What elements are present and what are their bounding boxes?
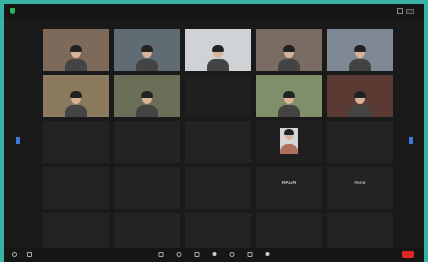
participant-thumbnail [280, 128, 298, 154]
participant-tile[interactable] [43, 75, 109, 117]
top-bar [4, 4, 424, 20]
security-icon[interactable] [158, 252, 164, 257]
participant-video [43, 29, 109, 71]
participant-tile[interactable] [327, 29, 393, 71]
participant-tile[interactable]: MAGM [256, 167, 322, 209]
participant-figure [65, 45, 87, 71]
prev-page-icon[interactable] [16, 137, 20, 144]
participant-video [114, 75, 180, 117]
record-icon[interactable] [229, 252, 235, 257]
participant-tile[interactable] [114, 29, 180, 71]
participant-tile[interactable] [114, 75, 180, 117]
participant-tile[interactable] [114, 121, 180, 163]
top-right-controls [394, 8, 414, 14]
view-grid-icon[interactable] [397, 8, 403, 14]
participant-figure [136, 45, 158, 71]
participant-tile[interactable] [43, 167, 109, 209]
participants-icon[interactable] [176, 252, 182, 257]
participant-video [256, 29, 322, 71]
participant-tile[interactable] [256, 75, 322, 117]
participant-video [256, 75, 322, 117]
next-page-icon[interactable] [409, 137, 413, 144]
camera-icon[interactable] [27, 252, 32, 257]
participant-name: MAGM [281, 181, 297, 186]
participant-tile[interactable] [114, 167, 180, 209]
top-left-status [10, 8, 19, 14]
chat-icon[interactable] [194, 252, 200, 257]
participant-tile[interactable] [185, 121, 251, 163]
microphone-icon[interactable] [12, 252, 17, 257]
participant-figure [349, 91, 371, 117]
participant-figure [207, 45, 229, 71]
participant-tile[interactable] [43, 121, 109, 163]
shield-icon[interactable] [10, 8, 15, 14]
reactions-icon[interactable] [247, 252, 253, 257]
participant-figure [349, 45, 371, 71]
participant-video [327, 29, 393, 71]
participant-video [185, 29, 251, 71]
fullscreen-icon[interactable] [406, 8, 414, 14]
participant-tile[interactable] [256, 29, 322, 71]
participant-figure [278, 45, 300, 71]
participant-name: Pone [354, 181, 366, 186]
participant-figure [136, 91, 158, 117]
participant-tile[interactable] [327, 75, 393, 117]
share-screen-icon[interactable] [212, 252, 217, 256]
participant-video [327, 75, 393, 117]
participant-tile[interactable] [43, 29, 109, 71]
end-meeting-button[interactable] [402, 251, 414, 258]
participant-tile[interactable] [185, 29, 251, 71]
participant-video [43, 75, 109, 117]
participant-tile[interactable] [256, 121, 322, 163]
more-icon[interactable] [265, 252, 270, 256]
gallery-grid: MAGM Pone [43, 29, 393, 255]
participant-tile[interactable] [185, 75, 251, 117]
participant-tile[interactable] [327, 121, 393, 163]
participant-figure [65, 91, 87, 117]
participant-video [114, 29, 180, 71]
toolbar-left [12, 252, 32, 257]
participant-figure [278, 91, 300, 117]
toolbar-center [158, 252, 270, 257]
bottom-toolbar [4, 248, 424, 262]
meeting-window: MAGM Pone [0, 0, 428, 262]
participant-tile[interactable]: Pone [327, 167, 393, 209]
participant-tile[interactable] [185, 167, 251, 209]
